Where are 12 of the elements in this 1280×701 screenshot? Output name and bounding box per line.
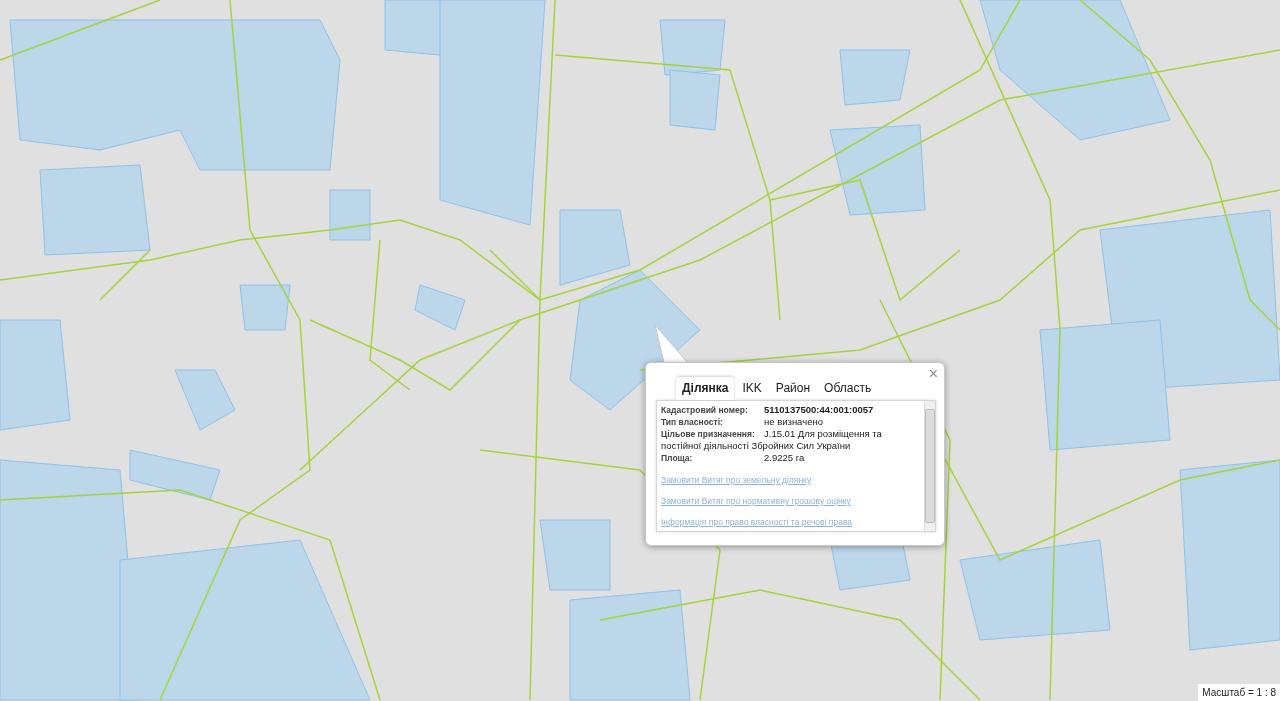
close-button[interactable]: × [926,365,940,383]
scroll-thumb[interactable] [925,409,935,523]
map-scale: Масштаб = 1 : 8 [1198,684,1280,701]
info-tab[interactable]: Область [818,377,878,400]
info-tab[interactable]: Ділянка [676,377,735,400]
info-tab[interactable]: IKK [736,377,768,400]
parcel-field: Тип власності: не визначено [661,416,920,428]
info-tab[interactable]: Район [769,377,817,400]
parcel-field: Цільове призначення: J.15.01 Для розміщення та постійної діяльності Збройних Сил України [661,428,920,452]
parcel-field: Площа: 2.9225 га [661,452,920,464]
parcel-field: Кадастровий номер: 5110137500:44:001:0057 [661,404,920,416]
scrollbar[interactable] [924,401,935,531]
